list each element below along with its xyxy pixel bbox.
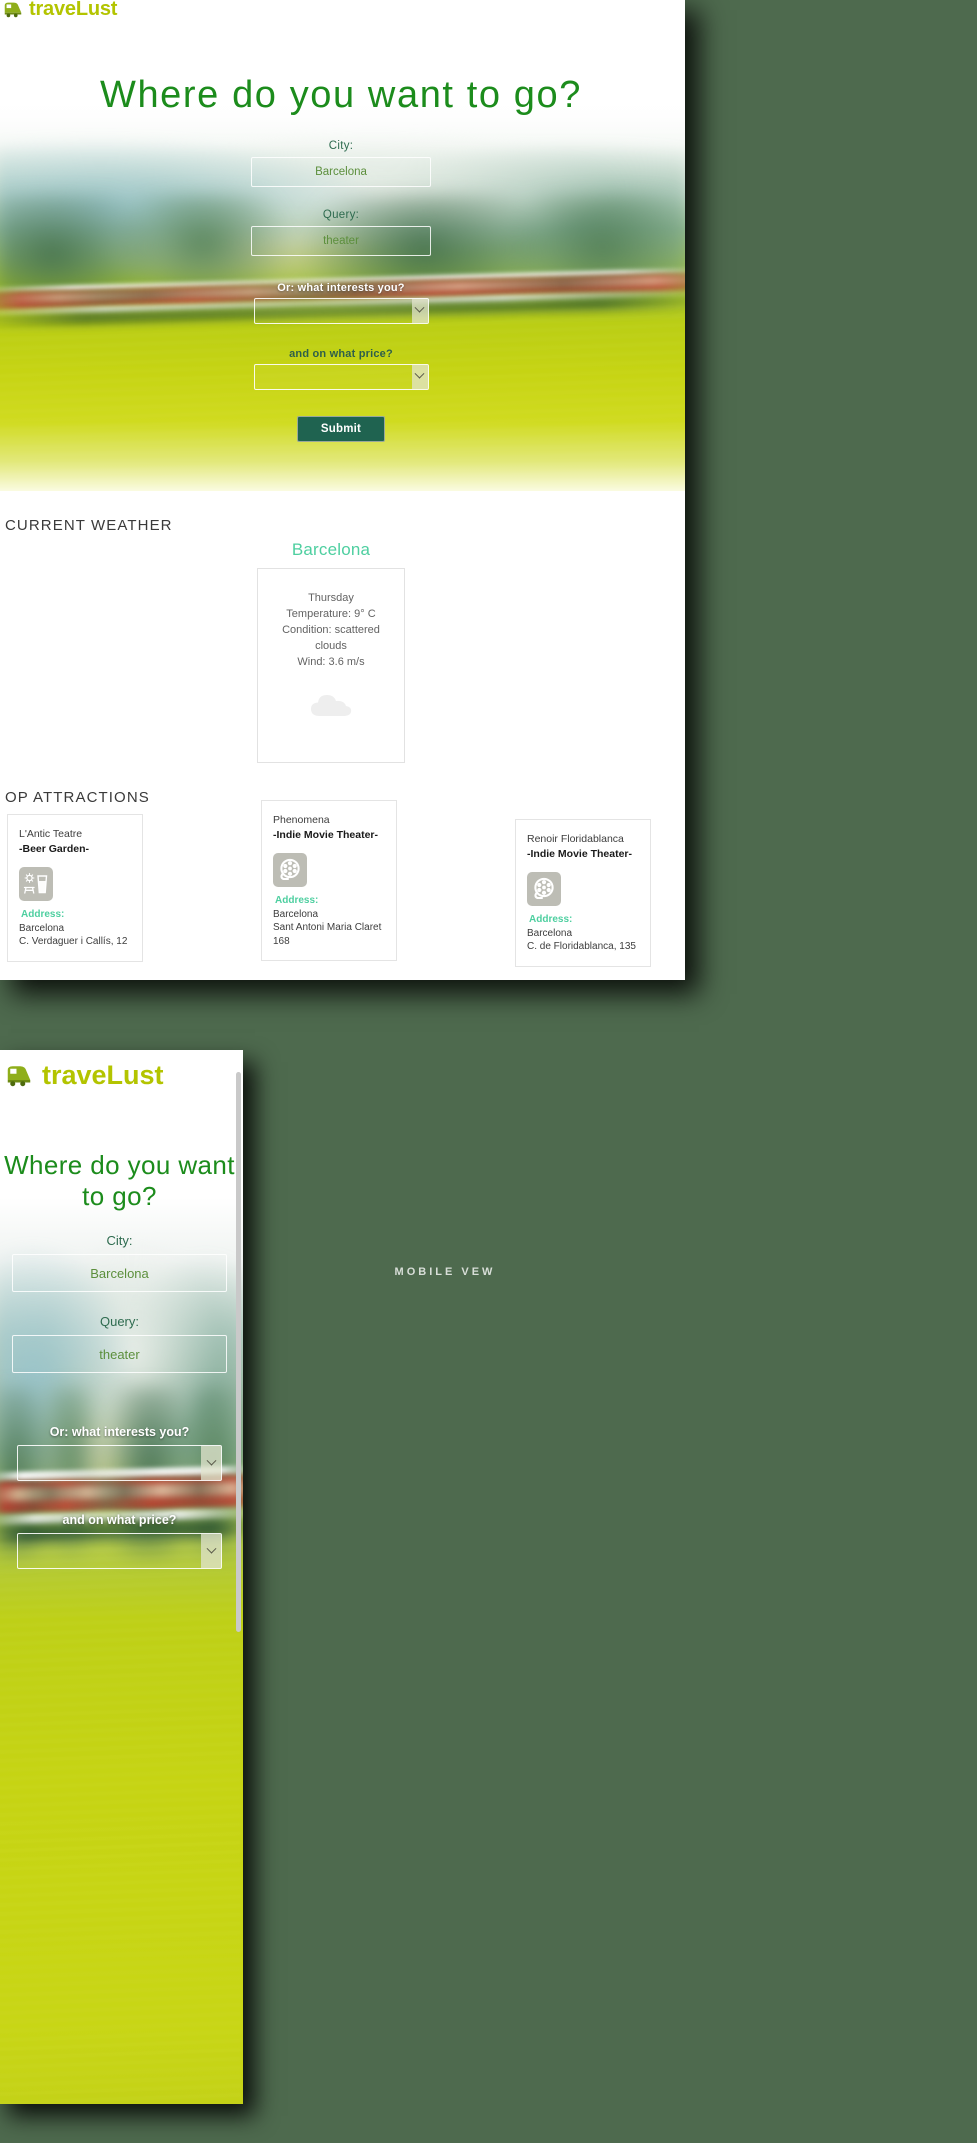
chevron-down-icon (201, 1534, 221, 1569)
attraction-street: Sant Antoni Maria Claret 168 (273, 922, 382, 947)
attraction-name: Phenomena (273, 814, 330, 826)
attraction-street: C. Verdaguer i Callís, 12 (19, 936, 128, 948)
mobile-query-label: Query: (99, 1314, 139, 1330)
mobile-interests-label: Or: what interests you? (49, 1425, 190, 1440)
mobile-mockup: traveLust Where do you want to go? City:… (0, 1050, 243, 2104)
address-label: Address: (529, 914, 573, 926)
attraction-city: Barcelona (527, 927, 573, 939)
mobile-city-input[interactable] (12, 1254, 227, 1293)
query-input[interactable] (251, 225, 431, 256)
weather-section: CURRENT WEATHER Barcelona Thursday Tempe… (0, 491, 685, 763)
mobile-interests-select[interactable] (17, 1445, 222, 1482)
chevron-down-icon (201, 1446, 221, 1481)
train-icon (7, 1066, 31, 1087)
beer-garden-icon (19, 867, 53, 902)
mobile-hero-section: traveLust Where do you want to go? City:… (0, 1050, 243, 2104)
chevron-down-icon (411, 298, 428, 323)
mobile-query-input[interactable] (12, 1335, 227, 1374)
logo-text: traveLust (29, 0, 118, 20)
weather-wind: Wind: 3.6 m/s (297, 655, 365, 668)
attraction-name: L'Antic Teatre (19, 828, 83, 840)
chevron-down-icon (411, 364, 428, 389)
mobile-query-field-block: Query: (0, 1314, 243, 1374)
mobile-price-select-block: and on what price? (0, 1513, 243, 1570)
attraction-card[interactable]: L'Antic Teatre -Beer Garden- Address: Ba… (7, 814, 143, 962)
city-field-block: City: (0, 140, 685, 187)
price-select-block: and on what price? (0, 348, 685, 390)
film-reel-icon (527, 872, 561, 907)
mobile-price-label: and on what price? (62, 1513, 177, 1528)
submit-button[interactable]: Submit (297, 415, 385, 442)
mobile-price-select[interactable] (17, 1533, 222, 1570)
city-input[interactable] (251, 156, 431, 187)
attraction-card[interactable]: Renoir Floridablanca -Indie Movie Theate… (515, 819, 651, 967)
address-label: Address: (275, 895, 319, 907)
interests-select-block: Or: what interests you? (0, 282, 685, 324)
weather-day: Thursday (308, 592, 354, 604)
cloud-icon (311, 694, 352, 716)
desktop-mockup: traveLust Where do you want to go? City:… (0, 0, 685, 980)
interests-select[interactable] (253, 297, 429, 324)
interests-label: Or: what interests you? (277, 281, 405, 294)
query-label: Query: (322, 208, 360, 221)
attraction-city: Barcelona (19, 922, 65, 934)
mobile-scrollbar[interactable] (236, 1072, 241, 1632)
film-reel-icon (273, 853, 307, 888)
mobile-interests-select-block: Or: what interests you? (0, 1425, 243, 1482)
page-title: Where do you want to go? (99, 74, 582, 116)
mobile-logo-text: traveLust (42, 1059, 164, 1090)
weather-heading: CURRENT WEATHER (5, 517, 173, 534)
site-logo[interactable]: traveLust (2, 0, 117, 20)
attraction-card[interactable]: Phenomena -Indie Movie Theater- Address:… (261, 800, 397, 962)
weather-condition: Condition: scattered clouds (282, 623, 380, 652)
attraction-street: C. de Floridablanca, 135 (527, 941, 636, 953)
price-select[interactable] (253, 363, 429, 390)
city-label: City: (328, 139, 354, 152)
attraction-type: -Beer Garden- (19, 843, 90, 856)
weather-card: Thursday Temperature: 9° C Condition: sc… (257, 568, 405, 763)
address-label: Address: (21, 909, 65, 921)
price-label: and on what price? (289, 347, 393, 360)
mobile-city-field-block: City: (0, 1233, 243, 1293)
train-icon (4, 2, 22, 18)
mobile-page-title: Where do you want to go? (4, 1150, 235, 1211)
attraction-type: -Indie Movie Theater- (527, 848, 633, 861)
mobile-city-label: City: (106, 1233, 133, 1249)
mobile-site-logo[interactable]: traveLust (4, 1060, 164, 1090)
weather-city: Barcelona (291, 540, 371, 559)
weather-temperature: Temperature: 9° C (286, 607, 376, 620)
attraction-type: -Indie Movie Theater- (273, 829, 379, 842)
attraction-city: Barcelona (273, 908, 319, 920)
query-field-block: Query: (0, 209, 685, 256)
attractions-section: OP ATTRACTIONS L'Antic Teatre -Beer Gard… (0, 763, 685, 980)
hero-section: traveLust Where do you want to go? City:… (0, 0, 685, 491)
mobile-view-caption: MOBILE VEW (394, 1266, 496, 1278)
attraction-name: Renoir Floridablanca (527, 833, 624, 845)
